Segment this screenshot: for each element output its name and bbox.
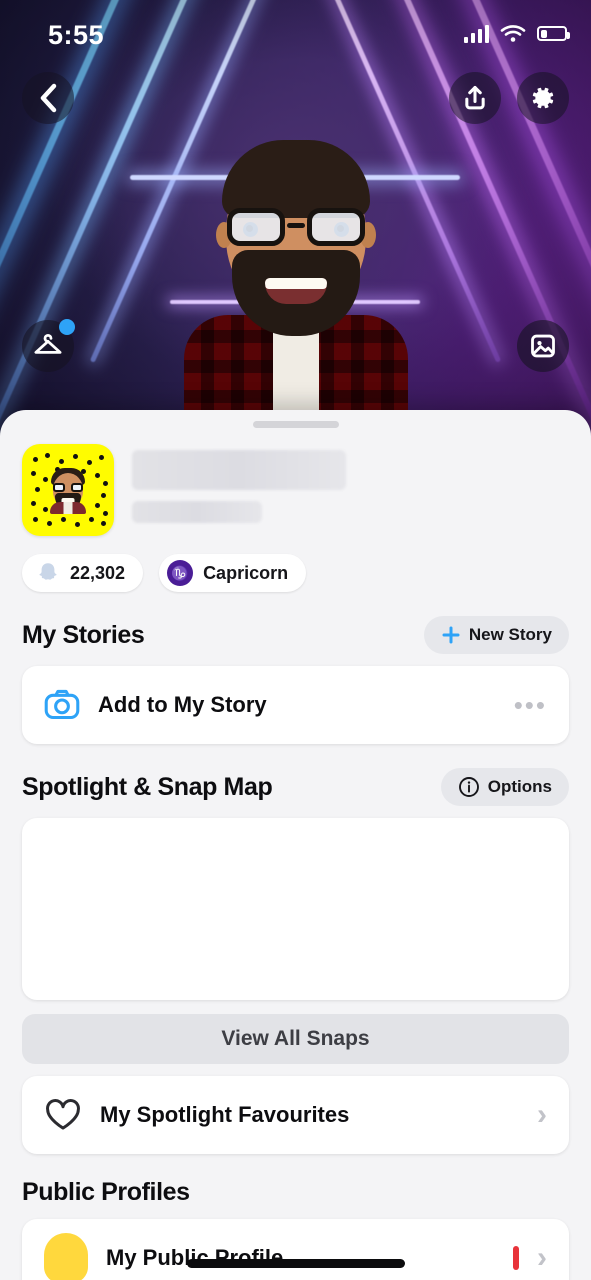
profile-badges: 22,302 ♑ Capricorn: [0, 536, 591, 592]
ghost-icon: [39, 563, 57, 580]
add-to-my-story-label: Add to My Story: [98, 692, 267, 717]
my-stories-header: My Stories New Story: [0, 592, 591, 666]
snapcode[interactable]: [22, 444, 114, 536]
my-stories-title: My Stories: [22, 620, 145, 649]
spotlight-snaps-card[interactable]: [22, 818, 569, 1000]
zodiac-label: Capricorn: [203, 562, 289, 583]
chevron-right-icon: ›: [537, 1241, 547, 1274]
username-redacted: [132, 501, 262, 523]
profile-hero-banner: [0, 0, 591, 440]
new-story-button[interactable]: New Story: [423, 616, 569, 654]
notification-dot: [59, 319, 75, 335]
add-to-my-story-row[interactable]: Add to My Story •••: [22, 666, 569, 744]
edit-background-button[interactable]: [517, 320, 569, 372]
back-button[interactable]: [22, 72, 74, 124]
my-spotlight-favourites-row[interactable]: My Spotlight Favourites ›: [22, 1076, 569, 1154]
profile-names: [132, 444, 569, 536]
avatar-glasses: [225, 208, 367, 248]
capricorn-icon: ♑: [167, 560, 194, 586]
share-upload-icon: [465, 85, 485, 110]
profile-bottom-sheet: 22,302 ♑ Capricorn My Stories New Story: [0, 410, 591, 1280]
avatar-mouth: [264, 278, 327, 304]
story-options-menu[interactable]: •••: [514, 692, 547, 718]
plus-icon: [442, 626, 460, 644]
spotlight-options-button[interactable]: Options: [440, 768, 569, 806]
avatar-hair: [221, 140, 370, 218]
yellow-avatar: [44, 1233, 88, 1280]
public-profiles-card: My Public Profile ›: [22, 1219, 569, 1280]
spotlight-header: Spotlight & Snap Map Options: [0, 744, 591, 818]
edit-outfit-button[interactable]: [22, 319, 75, 372]
my-public-profile-row[interactable]: My Public Profile ›: [22, 1219, 569, 1280]
snapchat-profile-screen: 5:55 22,302 ♑ Capricorn My Stories New S…: [0, 0, 591, 1280]
clothes-hanger-icon: [34, 334, 62, 354]
zodiac-badge[interactable]: ♑ Capricorn: [159, 554, 307, 592]
status-time: 5:55: [48, 20, 105, 50]
settings-button[interactable]: [517, 72, 569, 124]
bitmoji-avatar[interactable]: [146, 110, 446, 440]
new-story-label: New Story: [468, 625, 552, 644]
public-profiles-title: Public Profiles: [22, 1178, 190, 1206]
my-stories-card: Add to My Story •••: [22, 666, 569, 744]
signal-bars-icon: [464, 24, 489, 43]
wifi-icon: [500, 25, 526, 42]
chevron-left-icon: [40, 83, 57, 113]
share-profile-button[interactable]: [449, 72, 501, 124]
camera-icon: [44, 689, 80, 719]
profile-header: [0, 428, 591, 536]
photo-frame-icon: [531, 334, 555, 358]
display-name-redacted: [132, 450, 346, 490]
snapcode-bitmoji: [47, 466, 89, 514]
info-circle-icon: [458, 777, 479, 797]
spotlight-title: Spotlight & Snap Map: [22, 772, 273, 801]
spotlight-favourites-card: My Spotlight Favourites ›: [22, 1076, 569, 1154]
snapscore-value: 22,302: [70, 562, 126, 583]
battery-low-icon: [537, 26, 570, 41]
home-indicator: [186, 1259, 405, 1268]
public-profiles-header: Public Profiles: [0, 1154, 591, 1219]
heart-icon: [46, 1099, 80, 1130]
gear-icon: [532, 87, 554, 109]
view-all-snaps-button[interactable]: View All Snaps: [22, 1014, 569, 1064]
chevron-right-icon: ›: [537, 1098, 547, 1131]
spotlight-options-label: Options: [487, 777, 552, 796]
favourites-label: My Spotlight Favourites: [100, 1102, 350, 1127]
sheet-drag-handle[interactable]: [252, 421, 339, 428]
status-badge: [513, 1246, 519, 1270]
snapscore-badge[interactable]: 22,302: [22, 554, 144, 592]
status-bar: 5:55: [0, 0, 591, 58]
